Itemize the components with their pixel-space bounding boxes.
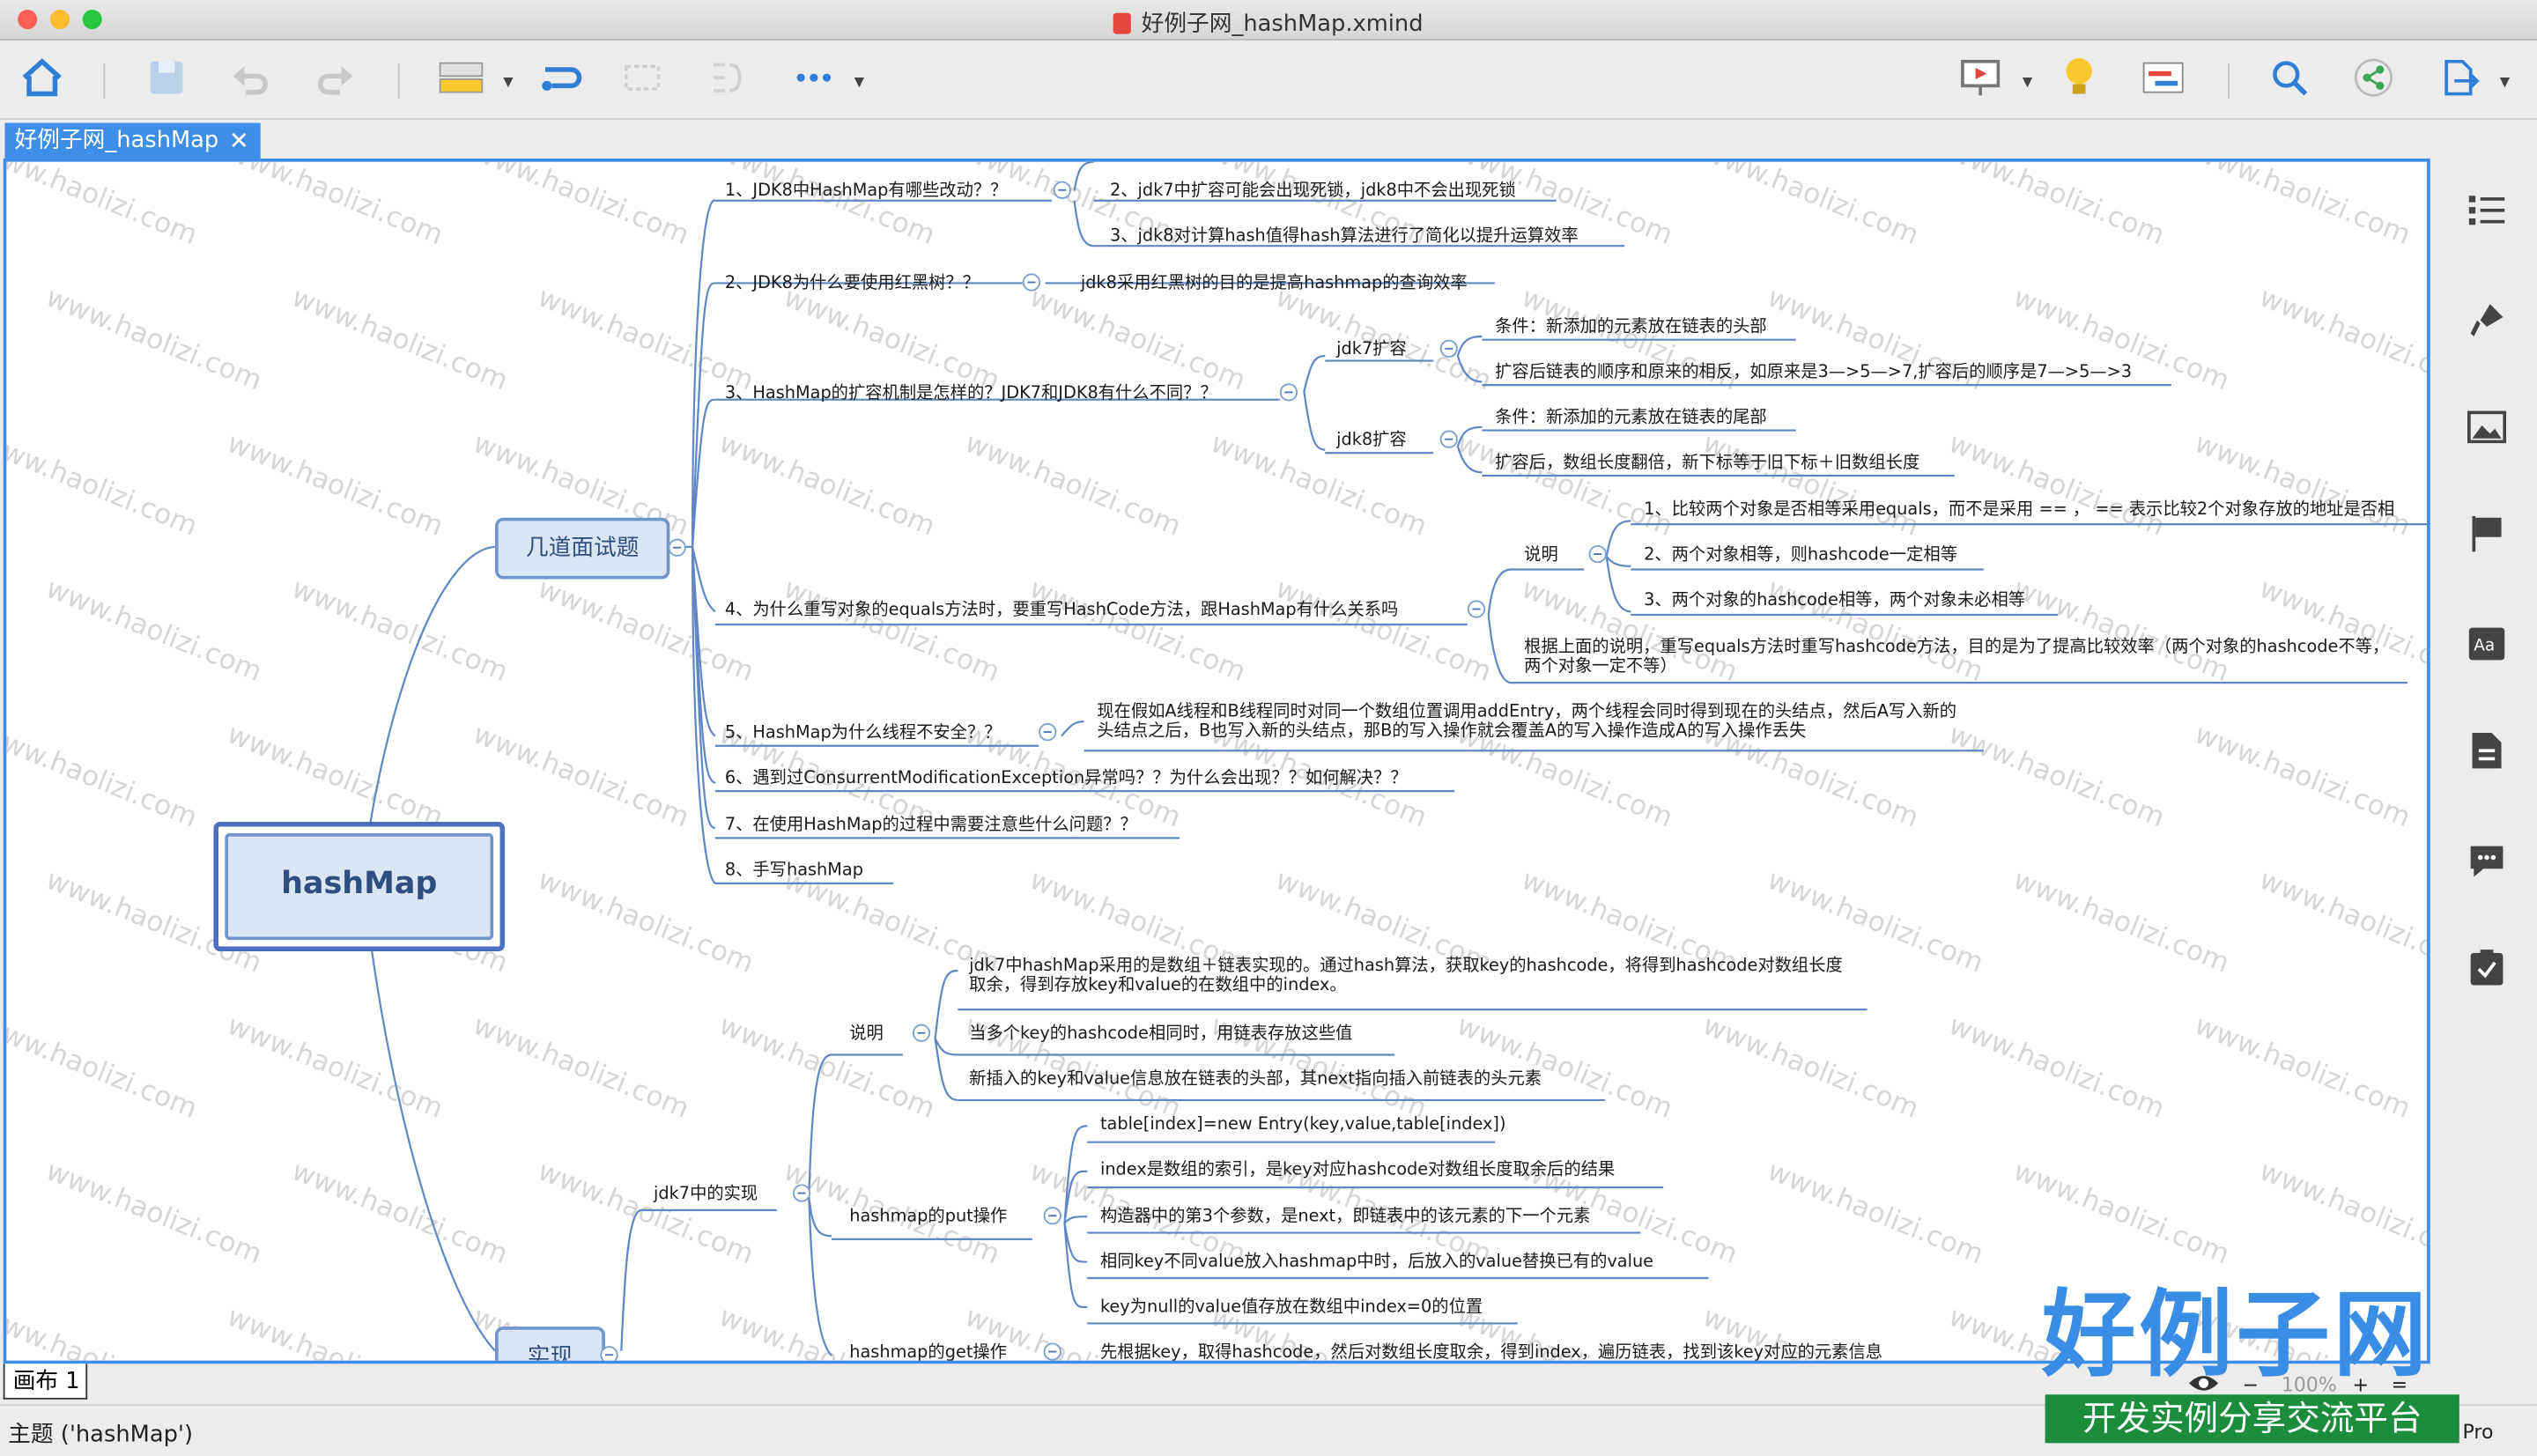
save-icon[interactable] <box>139 50 194 105</box>
presentation-icon[interactable] <box>1953 50 2008 105</box>
question-6[interactable]: 6、遇到过ConsurrentModificationException异常吗？… <box>725 768 1408 787</box>
put-step-4[interactable]: 相同key不同value放入hashmap中时，后放入的value替换已有的va… <box>1100 1253 1653 1272</box>
sticker-icon[interactable]: Aa <box>2467 625 2506 663</box>
image-icon[interactable] <box>2467 408 2507 447</box>
q4-explain[interactable]: 说明 <box>1524 545 1558 565</box>
impl-explain-2[interactable]: 当多个key的hashcode相同时，用链表存放这些值 <box>969 1024 1352 1044</box>
impl-explain[interactable]: 说明 <box>849 1024 884 1044</box>
put-step-1[interactable]: table[index]=new Entry(key,value,table[i… <box>1100 1114 1506 1134</box>
collapse-toggle[interactable] <box>792 1184 811 1202</box>
boundary-icon[interactable] <box>615 50 669 105</box>
get-operation[interactable]: hashmap的get操作 <box>849 1342 1007 1360</box>
more-icon[interactable] <box>787 50 841 105</box>
q3-jdk8-resize[interactable]: jdk8扩容 <box>1336 431 1407 450</box>
topic-implementation[interactable]: 实现 <box>495 1327 605 1361</box>
question-1[interactable]: 1、JDK8中HashMap有哪些改动？？ <box>725 181 1008 201</box>
q1-answer-2[interactable]: 3、jdk8对计算hash值得hash算法进行了简化以提升运算效率 <box>1110 226 1579 246</box>
collapse-toggle[interactable] <box>1022 273 1040 292</box>
share-icon[interactable] <box>2346 50 2400 105</box>
redo-icon[interactable] <box>307 50 362 105</box>
document-tab[interactable]: 好例子网_hashMap ✕ <box>4 122 261 159</box>
impl-explain-1[interactable]: jdk7中hashMap采用的是数组＋链表实现的。通过hash算法，获取key的… <box>969 956 1859 994</box>
q4-explain-2[interactable]: 2、两个对象相等，则hashcode一定相等 <box>1644 545 1957 565</box>
collapse-toggle[interactable] <box>1588 544 1607 564</box>
put-step-3[interactable]: 构造器中的第3个参数，是next，即链表中的该元素的下一个元素 <box>1100 1207 1590 1226</box>
question-8[interactable]: 8、手写hashMap <box>725 861 863 880</box>
task-icon[interactable] <box>2467 948 2506 987</box>
root-topic-frame[interactable]: hashMap <box>213 822 506 951</box>
export-icon[interactable] <box>2432 50 2487 105</box>
jdk7-implementation[interactable]: jdk7中的实现 <box>654 1184 758 1203</box>
q4-conclusion[interactable]: 根据上面的说明，重写equals方法时重写hashcode方法，目的是为了提高比… <box>1524 638 2398 676</box>
title-bar: 好例子网_hashMap.xmind <box>0 0 2537 41</box>
q3-jdk7-resize[interactable]: jdk7扩容 <box>1336 340 1407 359</box>
collapse-toggle[interactable] <box>1039 723 1057 742</box>
q3-jdk7-condition[interactable]: 条件：新添加的元素放在链表的头部 <box>1495 317 1767 336</box>
question-3[interactable]: 3、HashMap的扩容机制是怎样的？JDK7和JDK8有什么不同？？ <box>725 383 1217 403</box>
status-text: 主题 ('hashMap') <box>8 1422 194 1448</box>
q4-explain-3[interactable]: 3、两个对象的hashcode相等，两个对象未必相等 <box>1644 590 2025 610</box>
logo-title: 好例子网 <box>2041 1279 2430 1390</box>
site-logo: 好例子网 开发实例分享交流平台 <box>2041 1278 2459 1444</box>
put-step-5[interactable]: key为null的value值存放在数组中index=0的位置 <box>1100 1297 1483 1317</box>
document-tab-bar: 好例子网_hashMap ✕ <box>0 119 2537 159</box>
topic-style-icon[interactable] <box>433 50 488 105</box>
connector-lines <box>369 161 2428 1356</box>
impl-explain-3[interactable]: 新插入的key和value信息放在链表的头部，其next指向插入前链表的头元素 <box>969 1069 1542 1089</box>
collapse-toggle[interactable] <box>1279 383 1298 402</box>
collapse-toggle[interactable] <box>912 1024 931 1042</box>
collapse-toggle[interactable] <box>600 1346 618 1361</box>
window-title: 好例子网_hashMap.xmind <box>0 6 2537 39</box>
summary-icon[interactable] <box>699 50 753 105</box>
get-step-1[interactable]: 先根据key，取得hashcode，然后对数组长度取余，得到index，遍历链表… <box>1100 1342 1882 1360</box>
collapse-toggle[interactable] <box>1439 430 1458 448</box>
comments-icon[interactable] <box>2467 841 2506 880</box>
collapse-toggle[interactable] <box>1467 600 1486 618</box>
root-topic[interactable]: hashMap <box>225 832 494 941</box>
svg-text:Aa: Aa <box>2474 636 2495 654</box>
relationship-icon[interactable] <box>534 50 588 105</box>
collapse-toggle[interactable] <box>1053 181 1071 199</box>
collapse-toggle[interactable] <box>1043 1342 1061 1361</box>
q1-answer-1[interactable]: 2、jdk7中扩容可能会出现死锁，jdk8中不会出现死锁 <box>1110 181 1516 201</box>
question-5[interactable]: 5、HashMap为什么线程不安全？？ <box>725 723 1002 743</box>
put-operation[interactable]: hashmap的put操作 <box>849 1207 1007 1226</box>
gantt-icon[interactable] <box>2135 50 2190 105</box>
pro-label: Pro <box>2462 1420 2494 1444</box>
toolbar: ▼ ▼ ▼ ▼ <box>0 40 2537 120</box>
question-4[interactable]: 4、为什么重写对象的equals方法时，要重写HashCode方法，跟HashM… <box>725 600 1398 619</box>
xmind-file-icon <box>1113 12 1132 34</box>
put-step-2[interactable]: index是数组的索引，是key对应hashcode对数组长度取余后的结果 <box>1100 1160 1615 1179</box>
q5-answer[interactable]: 现在假如A线程和B线程同时对同一个数组位置调用addEntry，两个线程会同时得… <box>1097 702 1971 741</box>
sheet-tab[interactable]: 画布 1 <box>3 1364 88 1400</box>
q2-answer[interactable]: jdk8采用红黑树的目的是提高hashmap的查询效率 <box>1081 273 1468 292</box>
q4-explain-1[interactable]: 1、比较两个对象是否相等采用equals，而不是采用 == ， == 表示比较2… <box>1644 500 2394 520</box>
question-7[interactable]: 7、在使用HashMap的过程中需要注意些什么问题？？ <box>725 816 1137 835</box>
q3-jdk7-order[interactable]: 扩容后链表的顺序和原来的相反，如原来是3—>5—>7,扩容后的顺序是7—>5—>… <box>1495 362 2132 381</box>
brainstorm-icon[interactable] <box>2052 50 2106 105</box>
marker-icon[interactable] <box>2467 514 2506 553</box>
close-tab-icon[interactable]: ✕ <box>229 123 249 159</box>
search-icon[interactable] <box>2262 50 2317 105</box>
undo-icon[interactable] <box>223 50 277 105</box>
q3-jdk8-index[interactable]: 扩容后，数组长度翻倍，新下标等于旧下标＋旧数组长度 <box>1495 453 1919 472</box>
collapse-toggle[interactable] <box>1043 1207 1061 1225</box>
collapse-toggle[interactable] <box>1439 339 1458 358</box>
format-brush-icon[interactable] <box>2467 301 2506 340</box>
logo-subtitle: 开发实例分享交流平台 <box>2045 1394 2459 1444</box>
collapse-toggle[interactable] <box>668 538 686 557</box>
topic-interview-questions[interactable]: 几道面试题 <box>495 517 670 580</box>
home-icon[interactable] <box>15 50 70 105</box>
q3-jdk8-condition[interactable]: 条件：新添加的元素放在链表的尾部 <box>1495 408 1767 427</box>
outline-icon[interactable] <box>2467 191 2506 230</box>
mindmap-canvas[interactable]: www.haolizi.com www.haolizi.com www.haoliz… <box>3 158 2430 1364</box>
right-sidebar: Aa <box>2431 158 2537 1364</box>
question-2[interactable]: 2、JDK8为什么要使用红黑树？？ <box>725 273 980 292</box>
notes-icon[interactable] <box>2467 731 2506 770</box>
